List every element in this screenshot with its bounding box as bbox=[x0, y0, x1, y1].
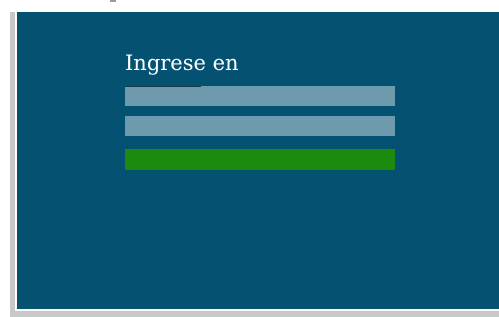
password-input[interactable] bbox=[125, 116, 395, 136]
bottom-shadow-border bbox=[10, 311, 499, 317]
username-focus-indicator bbox=[125, 86, 201, 87]
username-input[interactable] bbox=[125, 86, 395, 106]
left-shadow-border bbox=[10, 12, 15, 313]
browser-viewport: Ingrese en bbox=[0, 0, 499, 317]
login-submit-button[interactable] bbox=[125, 149, 395, 170]
top-edge-mark bbox=[110, 0, 116, 2]
login-title: Ingrese en bbox=[125, 51, 239, 75]
